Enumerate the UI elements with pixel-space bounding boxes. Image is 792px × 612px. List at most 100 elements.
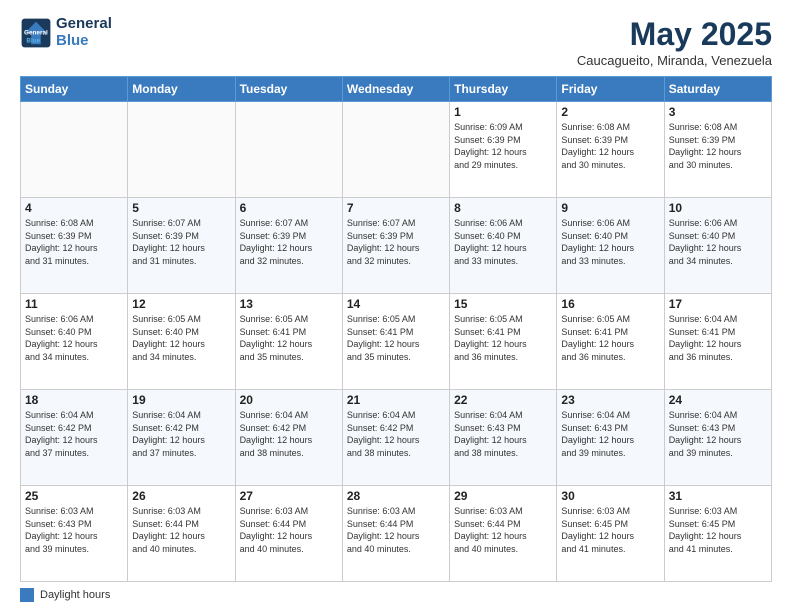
day-info: Sunrise: 6:04 AM Sunset: 6:42 PM Dayligh… [25, 409, 123, 459]
day-info: Sunrise: 6:06 AM Sunset: 6:40 PM Dayligh… [561, 217, 659, 267]
day-number: 24 [669, 393, 767, 407]
calendar-cell: 19Sunrise: 6:04 AM Sunset: 6:42 PM Dayli… [128, 390, 235, 486]
day-info: Sunrise: 6:05 AM Sunset: 6:41 PM Dayligh… [454, 313, 552, 363]
legend-label: Daylight hours [40, 589, 110, 601]
calendar-cell: 23Sunrise: 6:04 AM Sunset: 6:43 PM Dayli… [557, 390, 664, 486]
calendar-header-thursday: Thursday [450, 77, 557, 102]
calendar-cell: 29Sunrise: 6:03 AM Sunset: 6:44 PM Dayli… [450, 486, 557, 582]
day-info: Sunrise: 6:08 AM Sunset: 6:39 PM Dayligh… [25, 217, 123, 267]
calendar-week-4: 18 Sunrise: 6:04 AM Sunset: 6:42 PM Dayli… [21, 390, 772, 486]
day-number: 17 [669, 297, 767, 311]
day-number: 21 [347, 393, 445, 407]
day-number: 7 [347, 201, 445, 215]
calendar-week-1: 1 Sunrise: 6:09 AM Sunset: 6:39 PM Daylig… [21, 102, 772, 198]
calendar-cell: 6 Sunrise: 6:07 AM Sunset: 6:39 PM Daylig… [235, 198, 342, 294]
day-info: Sunrise: 6:03 AM Sunset: 6:44 PM Dayligh… [454, 505, 552, 555]
calendar-cell: 18 Sunrise: 6:04 AM Sunset: 6:42 PM Dayli… [21, 390, 128, 486]
title-block: May 2025 Caucagueito, Miranda, Venezuela [577, 16, 772, 68]
calendar-cell [21, 102, 128, 198]
header: General Blue General Blue May 2025 Cauca… [20, 16, 772, 68]
day-info: Sunrise: 6:05 AM Sunset: 6:40 PM Dayligh… [132, 313, 230, 363]
day-info: Sunrise: 6:03 AM Sunset: 6:44 PM Dayligh… [347, 505, 445, 555]
calendar-table: SundayMondayTuesdayWednesdayThursdayFrid… [20, 76, 772, 582]
calendar-cell: 8Sunrise: 6:06 AM Sunset: 6:40 PM Daylig… [450, 198, 557, 294]
day-info: Sunrise: 6:08 AM Sunset: 6:39 PM Dayligh… [669, 121, 767, 171]
day-number: 4 [25, 201, 123, 215]
calendar-header-row: SundayMondayTuesdayWednesdayThursdayFrid… [21, 77, 772, 102]
calendar-header-friday: Friday [557, 77, 664, 102]
calendar-week-5: 25Sunrise: 6:03 AM Sunset: 6:43 PM Dayli… [21, 486, 772, 582]
legend-color-box [20, 588, 34, 602]
calendar-cell: 13 Sunrise: 6:05 AM Sunset: 6:41 PM Dayli… [235, 294, 342, 390]
calendar-cell: 24 Sunrise: 6:04 AM Sunset: 6:43 PM Dayli… [664, 390, 771, 486]
day-info: Sunrise: 6:03 AM Sunset: 6:44 PM Dayligh… [240, 505, 338, 555]
day-info: Sunrise: 6:04 AM Sunset: 6:43 PM Dayligh… [454, 409, 552, 459]
day-number: 8 [454, 201, 552, 215]
day-number: 15 [454, 297, 552, 311]
day-number: 6 [240, 201, 338, 215]
location: Caucagueito, Miranda, Venezuela [577, 53, 772, 68]
day-info: Sunrise: 6:08 AM Sunset: 6:39 PM Dayligh… [561, 121, 659, 171]
calendar-header-sunday: Sunday [21, 77, 128, 102]
day-number: 12 [132, 297, 230, 311]
legend: Daylight hours [20, 588, 772, 602]
calendar-cell: 30Sunrise: 6:03 AM Sunset: 6:45 PM Dayli… [557, 486, 664, 582]
day-info: Sunrise: 6:04 AM Sunset: 6:43 PM Dayligh… [561, 409, 659, 459]
day-info: Sunrise: 6:04 AM Sunset: 6:41 PM Dayligh… [669, 313, 767, 363]
logo-text-blue: Blue [56, 33, 112, 50]
calendar-cell: 10 Sunrise: 6:06 AM Sunset: 6:40 PM Dayli… [664, 198, 771, 294]
calendar-cell: 11Sunrise: 6:06 AM Sunset: 6:40 PM Dayli… [21, 294, 128, 390]
logo-text-general: General [56, 16, 112, 33]
day-number: 3 [669, 105, 767, 119]
day-info: Sunrise: 6:03 AM Sunset: 6:45 PM Dayligh… [669, 505, 767, 555]
day-info: Sunrise: 6:05 AM Sunset: 6:41 PM Dayligh… [561, 313, 659, 363]
calendar-cell: 21 Sunrise: 6:04 AM Sunset: 6:42 PM Dayli… [342, 390, 449, 486]
day-info: Sunrise: 6:03 AM Sunset: 6:43 PM Dayligh… [25, 505, 123, 555]
calendar-cell: 14 Sunrise: 6:05 AM Sunset: 6:41 PM Dayli… [342, 294, 449, 390]
day-info: Sunrise: 6:05 AM Sunset: 6:41 PM Dayligh… [240, 313, 338, 363]
calendar-cell: 15 Sunrise: 6:05 AM Sunset: 6:41 PM Dayli… [450, 294, 557, 390]
calendar-cell [128, 102, 235, 198]
day-number: 11 [25, 297, 123, 311]
day-info: Sunrise: 6:07 AM Sunset: 6:39 PM Dayligh… [132, 217, 230, 267]
svg-text:General: General [24, 29, 48, 36]
calendar-cell [342, 102, 449, 198]
calendar-header-wednesday: Wednesday [342, 77, 449, 102]
logo: General Blue General Blue [20, 16, 112, 49]
day-number: 22 [454, 393, 552, 407]
calendar-cell: 31 Sunrise: 6:03 AM Sunset: 6:45 PM Dayli… [664, 486, 771, 582]
calendar-cell: 26 Sunrise: 6:03 AM Sunset: 6:44 PM Dayli… [128, 486, 235, 582]
svg-text:Blue: Blue [26, 37, 40, 44]
day-info: Sunrise: 6:03 AM Sunset: 6:44 PM Dayligh… [132, 505, 230, 555]
day-number: 18 [25, 393, 123, 407]
day-number: 1 [454, 105, 552, 119]
calendar-cell: 28 Sunrise: 6:03 AM Sunset: 6:44 PM Dayli… [342, 486, 449, 582]
calendar-week-2: 4 Sunrise: 6:08 AM Sunset: 6:39 PM Daylig… [21, 198, 772, 294]
day-number: 26 [132, 489, 230, 503]
calendar-cell: 12 Sunrise: 6:05 AM Sunset: 6:40 PM Dayli… [128, 294, 235, 390]
calendar-cell: 2 Sunrise: 6:08 AM Sunset: 6:39 PM Daylig… [557, 102, 664, 198]
day-info: Sunrise: 6:07 AM Sunset: 6:39 PM Dayligh… [240, 217, 338, 267]
day-info: Sunrise: 6:04 AM Sunset: 6:42 PM Dayligh… [347, 409, 445, 459]
day-number: 13 [240, 297, 338, 311]
day-number: 2 [561, 105, 659, 119]
day-info: Sunrise: 6:04 AM Sunset: 6:42 PM Dayligh… [132, 409, 230, 459]
calendar-week-3: 11Sunrise: 6:06 AM Sunset: 6:40 PM Dayli… [21, 294, 772, 390]
calendar-cell: 1 Sunrise: 6:09 AM Sunset: 6:39 PM Daylig… [450, 102, 557, 198]
day-info: Sunrise: 6:03 AM Sunset: 6:45 PM Dayligh… [561, 505, 659, 555]
calendar-cell [235, 102, 342, 198]
day-number: 10 [669, 201, 767, 215]
day-number: 16 [561, 297, 659, 311]
day-info: Sunrise: 6:04 AM Sunset: 6:43 PM Dayligh… [669, 409, 767, 459]
calendar-cell: 3 Sunrise: 6:08 AM Sunset: 6:39 PM Daylig… [664, 102, 771, 198]
day-number: 28 [347, 489, 445, 503]
calendar-cell: 17 Sunrise: 6:04 AM Sunset: 6:41 PM Dayli… [664, 294, 771, 390]
month-title: May 2025 [577, 16, 772, 53]
day-number: 14 [347, 297, 445, 311]
day-number: 31 [669, 489, 767, 503]
calendar-cell: 22 Sunrise: 6:04 AM Sunset: 6:43 PM Dayli… [450, 390, 557, 486]
calendar-header-tuesday: Tuesday [235, 77, 342, 102]
day-info: Sunrise: 6:05 AM Sunset: 6:41 PM Dayligh… [347, 313, 445, 363]
day-info: Sunrise: 6:09 AM Sunset: 6:39 PM Dayligh… [454, 121, 552, 171]
day-info: Sunrise: 6:06 AM Sunset: 6:40 PM Dayligh… [669, 217, 767, 267]
